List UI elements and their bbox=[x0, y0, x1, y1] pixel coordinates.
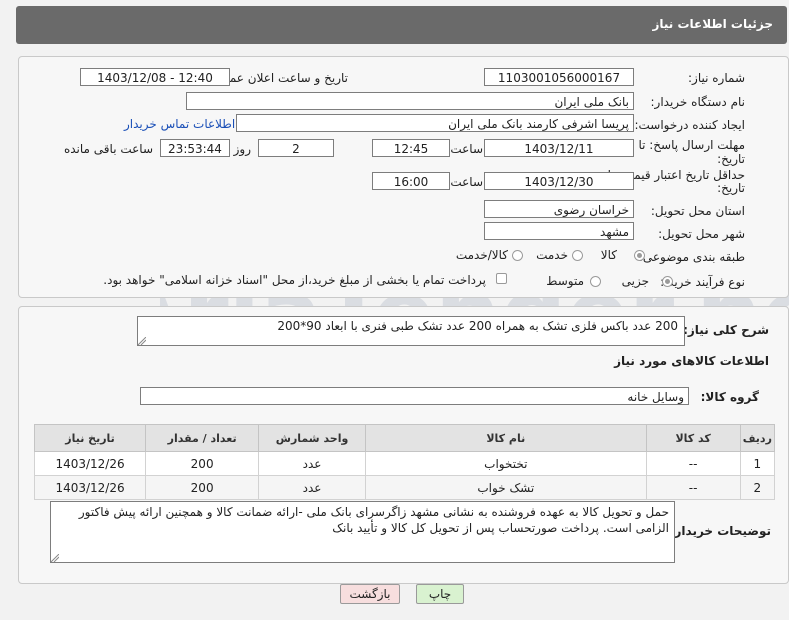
category-option-goods-service: کالا/خدمت bbox=[455, 248, 508, 262]
cell-row: 1 bbox=[739, 451, 776, 476]
process-option-medium: متوسط bbox=[546, 274, 584, 288]
category-label: طبقه بندی موضوعی: bbox=[638, 250, 745, 264]
category-radio-goods-service[interactable] bbox=[512, 250, 523, 261]
col-header-name: نام کالا bbox=[364, 424, 647, 452]
city-field: مشهد bbox=[484, 222, 634, 240]
treasury-payment-note: پرداخت تمام یا بخشی از مبلغ خرید،از محل … bbox=[103, 273, 486, 287]
creator-field: پریسا اشرفی کارمند بانک ملی ایران bbox=[236, 114, 634, 132]
category-radio-goods[interactable] bbox=[634, 250, 645, 261]
cell-name: تشک خواب bbox=[364, 475, 647, 500]
page-title: جزئیات اطلاعات نیاز bbox=[652, 17, 773, 31]
cell-code: -- bbox=[645, 475, 741, 500]
table-row: 2 -- تشک خواب عدد 200 1403/12/26 bbox=[33, 475, 776, 500]
province-field: خراسان رضوی bbox=[484, 200, 634, 218]
remaining-label: ساعت باقی مانده bbox=[63, 142, 153, 156]
deadline-time-label: ساعت bbox=[450, 142, 483, 156]
print-button[interactable]: چاپ bbox=[416, 584, 464, 604]
announce-field: 1403/12/08 - 12:40 bbox=[80, 68, 230, 86]
cell-date: 1403/12/26 bbox=[33, 451, 147, 476]
goods-table: ردیف کد کالا نام کالا واحد شمارش تعداد /… bbox=[33, 424, 776, 500]
process-option-minor: جزیی bbox=[621, 274, 649, 288]
days-field: 2 bbox=[258, 139, 334, 157]
goods-group-label: گروه کالا: bbox=[700, 390, 759, 404]
back-button[interactable]: بازگشت bbox=[340, 584, 400, 604]
treasury-payment-checkbox[interactable] bbox=[496, 273, 507, 284]
description-field: 200 عدد باکس فلزی تشک به همراه 200 عدد ت… bbox=[137, 316, 685, 346]
city-label: شهر محل تحویل: bbox=[658, 227, 745, 241]
col-header-qty: تعداد / مقدار bbox=[145, 424, 260, 452]
col-header-row: ردیف bbox=[739, 424, 776, 452]
col-header-code: کد کالا bbox=[645, 424, 741, 452]
cell-name: تختخواب bbox=[364, 451, 647, 476]
cell-qty: 200 bbox=[145, 475, 260, 500]
table-row: 1 -- تختخواب عدد 200 1403/12/26 bbox=[33, 451, 776, 476]
process-radio-medium[interactable] bbox=[590, 276, 601, 287]
description-text: 200 عدد باکس فلزی تشک به همراه 200 عدد ت… bbox=[277, 319, 678, 333]
resize-handle-icon[interactable] bbox=[138, 337, 146, 345]
deadline-date-field: 1403/12/11 bbox=[484, 139, 634, 157]
category-option-goods: کالا bbox=[600, 248, 617, 262]
cell-code: -- bbox=[645, 451, 741, 476]
cell-row: 2 bbox=[739, 475, 776, 500]
price-time-field: 16:00 bbox=[372, 172, 450, 190]
table-header-row: ردیف کد کالا نام کالا واحد شمارش تعداد /… bbox=[33, 424, 776, 452]
buyer-org-field: بانک ملی ایران bbox=[186, 92, 634, 110]
contact-info-link[interactable]: اطلاعات تماس خریدار bbox=[124, 117, 235, 131]
price-date-field: 1403/12/30 bbox=[484, 172, 634, 190]
deadline-label: مهلت ارسال پاسخ: تا bbox=[638, 138, 745, 152]
buyer-notes-label: توضیحات خریدار: bbox=[669, 524, 771, 538]
goods-group-field: وسایل خانه bbox=[140, 387, 689, 405]
category-radio-service[interactable] bbox=[572, 250, 583, 261]
category-option-service: خدمت bbox=[536, 248, 568, 262]
need-number-field: 1103001056000167 bbox=[484, 68, 634, 86]
cell-unit: عدد bbox=[258, 475, 366, 500]
province-label: استان محل تحویل: bbox=[650, 204, 745, 218]
process-radio-minor[interactable] bbox=[662, 276, 673, 287]
cell-qty: 200 bbox=[145, 451, 260, 476]
remaining-time-field: 23:53:44 bbox=[160, 139, 230, 157]
cell-unit: عدد bbox=[258, 451, 366, 476]
buyer-notes-text: حمل و تحویل کالا به عهده فروشنده به نشان… bbox=[78, 505, 669, 535]
need-number-label: شماره نیاز: bbox=[688, 71, 745, 85]
creator-label: ایجاد کننده درخواست: bbox=[634, 118, 745, 132]
buyer-org-label: نام دستگاه خریدار: bbox=[650, 95, 746, 109]
description-label: شرح کلی نیاز: bbox=[683, 323, 769, 337]
price-validity-date-label: تاریخ: bbox=[717, 181, 745, 195]
col-header-date: تاریخ نیاز bbox=[33, 424, 147, 452]
deadline-time-field: 12:45 bbox=[372, 139, 450, 157]
resize-handle-icon[interactable] bbox=[51, 554, 59, 562]
buyer-notes-field: حمل و تحویل کالا به عهده فروشنده به نشان… bbox=[50, 501, 675, 563]
header-bar: جزئیات اطلاعات نیاز bbox=[16, 6, 787, 44]
goods-section-title: اطلاعات کالاهای مورد نیاز bbox=[614, 354, 769, 368]
price-time-label: ساعت bbox=[450, 175, 483, 189]
deadline-date-label: تاریخ: bbox=[717, 152, 745, 166]
col-header-unit: واحد شمارش bbox=[258, 424, 366, 452]
cell-date: 1403/12/26 bbox=[33, 475, 147, 500]
